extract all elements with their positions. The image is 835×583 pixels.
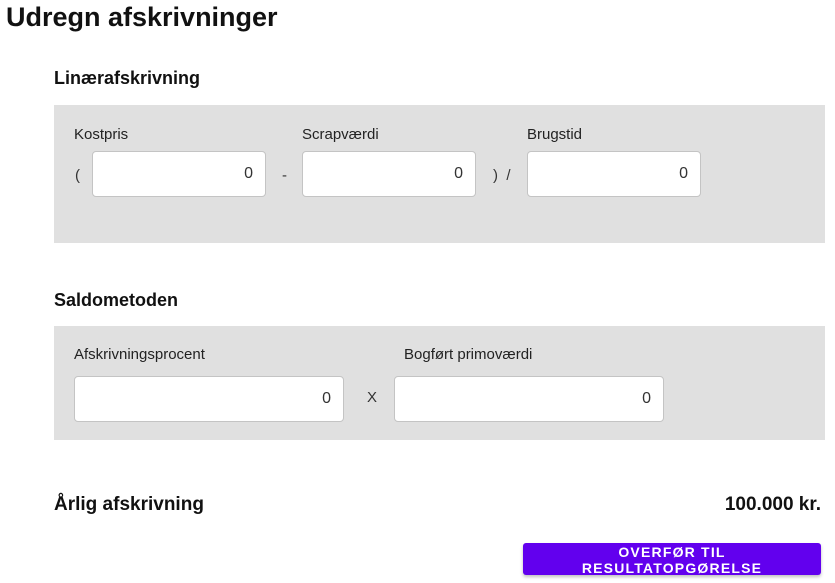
multiply-symbol: X: [367, 389, 378, 406]
annual-depreciation-label: Årlig afskrivning: [54, 494, 204, 515]
transfer-to-income-statement-button[interactable]: OVERFØR TIL RESULTATOPGØRELSE: [523, 543, 821, 576]
open-paren-symbol: (: [75, 167, 80, 184]
balance-section-title: Saldometoden: [54, 290, 179, 310]
balance-panel: Afskrivningsprocent X Bogført primoværdi: [54, 326, 825, 440]
close-paren-divide-symbol: ) /: [493, 167, 511, 184]
percent-label: Afskrivningsprocent: [74, 346, 205, 363]
minus-symbol: -: [282, 167, 287, 184]
annual-depreciation-value: 100.000 kr.: [724, 494, 821, 515]
page-title: Udregn afskrivninger: [6, 2, 278, 32]
scrap-input[interactable]: [302, 151, 476, 197]
lifetime-label: Brugstid: [527, 126, 583, 143]
linear-section-title: Linærafskrivning: [54, 68, 201, 88]
cost-label: Kostpris: [74, 126, 129, 143]
book-value-label: Bogført primoværdi: [404, 346, 533, 363]
lifetime-input[interactable]: [527, 151, 701, 197]
book-value-input[interactable]: [394, 376, 664, 422]
scrap-label: Scrapværdi: [302, 126, 379, 143]
cost-input[interactable]: [92, 151, 266, 197]
percent-input[interactable]: [74, 376, 344, 422]
linear-panel: Kostpris ( - Scrapværdi ) / Brugstid: [54, 105, 825, 243]
